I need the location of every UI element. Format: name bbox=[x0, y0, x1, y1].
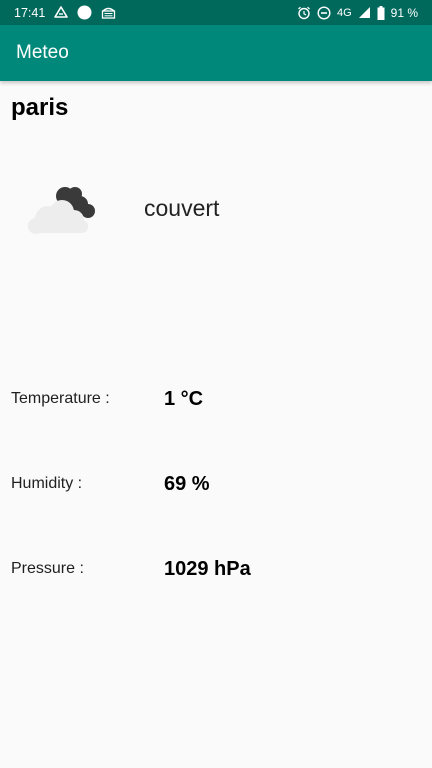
signal-icon bbox=[358, 6, 371, 19]
circle-icon bbox=[77, 5, 92, 20]
pressure-value: 1029 hPa bbox=[164, 558, 251, 580]
status-time: 17:41 bbox=[14, 5, 46, 20]
temperature-value: 1 °C bbox=[164, 388, 204, 410]
app-title: Meteo bbox=[16, 42, 69, 63]
humidity-label: Humidity : bbox=[11, 475, 83, 492]
battery-percent: 91 % bbox=[390, 5, 418, 20]
humidity-value: 69 % bbox=[164, 473, 210, 495]
dnd-icon bbox=[317, 5, 331, 20]
drive-icon bbox=[54, 6, 69, 19]
alarm-icon bbox=[297, 6, 311, 20]
pressure-label: Pressure : bbox=[11, 560, 84, 577]
temperature-label: Temperature : bbox=[11, 390, 110, 407]
app-bar: Meteo bbox=[0, 25, 432, 81]
city-name: paris bbox=[11, 94, 69, 121]
battery-icon bbox=[377, 5, 385, 20]
network-type: 4G bbox=[336, 6, 352, 19]
overcast-cloud-icon bbox=[22, 180, 102, 236]
status-bar: 17:41 4G 91 % bbox=[0, 0, 432, 25]
weather-description: couvert bbox=[144, 195, 220, 221]
news-icon bbox=[101, 6, 116, 19]
